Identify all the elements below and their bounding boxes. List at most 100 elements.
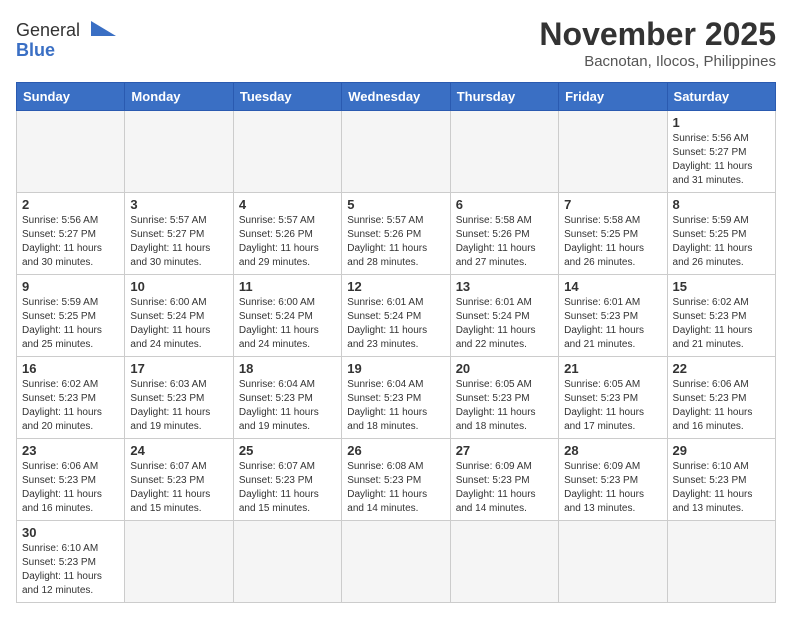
table-row: 4Sunrise: 5:57 AM Sunset: 5:26 PM Daylig…: [233, 193, 341, 275]
table-row: 30 Sunrise: 6:10 AM Sunset: 5:23 PM Dayli…: [17, 521, 125, 603]
table-row: [559, 111, 667, 193]
table-row: [450, 111, 558, 193]
day-info: Sunrise: 6:10 AM Sunset: 5:23 PM Dayligh…: [22, 542, 119, 598]
day-number: 4: [239, 197, 336, 212]
calendar-week-row: 30 Sunrise: 6:10 AM Sunset: 5:23 PM Dayli…: [17, 521, 776, 603]
day-number: 17: [130, 361, 227, 376]
table-row: [233, 111, 341, 193]
day-info: Sunrise: 6:07 AM Sunset: 5:23 PM Dayligh…: [130, 460, 227, 516]
day-info: Sunrise: 6:09 AM Sunset: 5:23 PM Dayligh…: [564, 460, 661, 516]
title-block: November 2025 Bacnotan, Ilocos, Philippi…: [539, 16, 776, 70]
day-number: 11: [239, 279, 336, 294]
day-number: 21: [564, 361, 661, 376]
day-number: 9: [22, 279, 119, 294]
table-row: 10Sunrise: 6:00 AM Sunset: 5:24 PM Dayli…: [125, 275, 233, 357]
table-row: 8Sunrise: 5:59 AM Sunset: 5:25 PM Daylig…: [667, 193, 775, 275]
day-number: 2: [22, 197, 119, 212]
day-number: 27: [456, 443, 553, 458]
day-info: Sunrise: 5:59 AM Sunset: 5:25 PM Dayligh…: [22, 296, 119, 352]
day-info: Sunrise: 5:59 AM Sunset: 5:25 PM Dayligh…: [673, 214, 770, 270]
day-info: Sunrise: 6:02 AM Sunset: 5:23 PM Dayligh…: [22, 378, 119, 434]
header-monday: Monday: [125, 83, 233, 111]
day-number: 3: [130, 197, 227, 212]
day-info: Sunrise: 6:09 AM Sunset: 5:23 PM Dayligh…: [456, 460, 553, 516]
calendar: Sunday Monday Tuesday Wednesday Thursday…: [16, 82, 776, 603]
table-row: 28Sunrise: 6:09 AM Sunset: 5:23 PM Dayli…: [559, 439, 667, 521]
svg-text:Blue: Blue: [16, 40, 55, 60]
day-number: 30: [22, 525, 119, 540]
table-row: 26 Sunrise: 6:08 AM Sunset: 5:23 PM Dayli…: [342, 439, 450, 521]
day-info: Sunrise: 6:10 AM Sunset: 5:23 PM Dayligh…: [673, 460, 770, 516]
table-row: 29Sunrise: 6:10 AM Sunset: 5:23 PM Dayli…: [667, 439, 775, 521]
table-row: 6 Sunrise: 5:58 AM Sunset: 5:26 PM Daylig…: [450, 193, 558, 275]
day-info: Sunrise: 6:08 AM Sunset: 5:23 PM Dayligh…: [347, 460, 444, 516]
table-row: 13 Sunrise: 6:01 AM Sunset: 5:24 PM Dayli…: [450, 275, 558, 357]
svg-text:General: General: [16, 20, 80, 40]
day-info: Sunrise: 6:04 AM Sunset: 5:23 PM Dayligh…: [347, 378, 444, 434]
location: Bacnotan, Ilocos, Philippines: [539, 53, 776, 70]
logo: GeneralBlue: [16, 16, 126, 66]
table-row: 14Sunrise: 6:01 AM Sunset: 5:23 PM Dayli…: [559, 275, 667, 357]
day-info: Sunrise: 6:01 AM Sunset: 5:24 PM Dayligh…: [456, 296, 553, 352]
table-row: [559, 521, 667, 603]
day-info: Sunrise: 5:58 AM Sunset: 5:26 PM Dayligh…: [456, 214, 553, 270]
day-info: Sunrise: 5:57 AM Sunset: 5:27 PM Dayligh…: [130, 214, 227, 270]
calendar-week-row: 1 Sunrise: 5:56 AM Sunset: 5:27 PM Daylig…: [17, 111, 776, 193]
day-info: Sunrise: 6:00 AM Sunset: 5:24 PM Dayligh…: [130, 296, 227, 352]
day-number: 16: [22, 361, 119, 376]
day-number: 5: [347, 197, 444, 212]
header-tuesday: Tuesday: [233, 83, 341, 111]
table-row: 5 Sunrise: 5:57 AM Sunset: 5:26 PM Daylig…: [342, 193, 450, 275]
day-number: 1: [673, 115, 770, 130]
day-info: Sunrise: 6:02 AM Sunset: 5:23 PM Dayligh…: [673, 296, 770, 352]
day-info: Sunrise: 6:01 AM Sunset: 5:23 PM Dayligh…: [564, 296, 661, 352]
table-row: 11 Sunrise: 6:00 AM Sunset: 5:24 PM Dayli…: [233, 275, 341, 357]
day-number: 15: [673, 279, 770, 294]
day-number: 24: [130, 443, 227, 458]
table-row: 16 Sunrise: 6:02 AM Sunset: 5:23 PM Dayli…: [17, 357, 125, 439]
table-row: 17 Sunrise: 6:03 AM Sunset: 5:23 PM Dayli…: [125, 357, 233, 439]
day-info: Sunrise: 5:56 AM Sunset: 5:27 PM Dayligh…: [22, 214, 119, 270]
table-row: 22 Sunrise: 6:06 AM Sunset: 5:23 PM Dayli…: [667, 357, 775, 439]
day-info: Sunrise: 6:06 AM Sunset: 5:23 PM Dayligh…: [673, 378, 770, 434]
table-row: 19 Sunrise: 6:04 AM Sunset: 5:23 PM Dayli…: [342, 357, 450, 439]
header-friday: Friday: [559, 83, 667, 111]
header-sunday: Sunday: [17, 83, 125, 111]
table-row: [450, 521, 558, 603]
table-row: 1 Sunrise: 5:56 AM Sunset: 5:27 PM Daylig…: [667, 111, 775, 193]
calendar-week-row: 2 Sunrise: 5:56 AM Sunset: 5:27 PM Daylig…: [17, 193, 776, 275]
day-info: Sunrise: 5:58 AM Sunset: 5:25 PM Dayligh…: [564, 214, 661, 270]
day-info: Sunrise: 6:04 AM Sunset: 5:23 PM Dayligh…: [239, 378, 336, 434]
table-row: 7Sunrise: 5:58 AM Sunset: 5:25 PM Daylig…: [559, 193, 667, 275]
day-number: 18: [239, 361, 336, 376]
calendar-week-row: 9 Sunrise: 5:59 AM Sunset: 5:25 PM Daylig…: [17, 275, 776, 357]
day-number: 19: [347, 361, 444, 376]
table-row: 20Sunrise: 6:05 AM Sunset: 5:23 PM Dayli…: [450, 357, 558, 439]
header-saturday: Saturday: [667, 83, 775, 111]
table-row: 23Sunrise: 6:06 AM Sunset: 5:23 PM Dayli…: [17, 439, 125, 521]
day-number: 26: [347, 443, 444, 458]
day-info: Sunrise: 5:56 AM Sunset: 5:27 PM Dayligh…: [673, 132, 770, 188]
day-info: Sunrise: 6:07 AM Sunset: 5:23 PM Dayligh…: [239, 460, 336, 516]
day-number: 12: [347, 279, 444, 294]
day-number: 13: [456, 279, 553, 294]
table-row: 12Sunrise: 6:01 AM Sunset: 5:24 PM Dayli…: [342, 275, 450, 357]
table-row: [233, 521, 341, 603]
table-row: 21Sunrise: 6:05 AM Sunset: 5:23 PM Dayli…: [559, 357, 667, 439]
header-wednesday: Wednesday: [342, 83, 450, 111]
day-number: 22: [673, 361, 770, 376]
header-thursday: Thursday: [450, 83, 558, 111]
day-info: Sunrise: 5:57 AM Sunset: 5:26 PM Dayligh…: [347, 214, 444, 270]
day-info: Sunrise: 6:03 AM Sunset: 5:23 PM Dayligh…: [130, 378, 227, 434]
weekday-header-row: Sunday Monday Tuesday Wednesday Thursday…: [17, 83, 776, 111]
table-row: 18 Sunrise: 6:04 AM Sunset: 5:23 PM Dayli…: [233, 357, 341, 439]
table-row: 24 Sunrise: 6:07 AM Sunset: 5:23 PM Dayli…: [125, 439, 233, 521]
table-row: 27 Sunrise: 6:09 AM Sunset: 5:23 PM Dayli…: [450, 439, 558, 521]
table-row: [125, 521, 233, 603]
table-row: 25Sunrise: 6:07 AM Sunset: 5:23 PM Dayli…: [233, 439, 341, 521]
day-number: 6: [456, 197, 553, 212]
calendar-week-row: 16 Sunrise: 6:02 AM Sunset: 5:23 PM Dayli…: [17, 357, 776, 439]
calendar-week-row: 23Sunrise: 6:06 AM Sunset: 5:23 PM Dayli…: [17, 439, 776, 521]
table-row: 15 Sunrise: 6:02 AM Sunset: 5:23 PM Dayli…: [667, 275, 775, 357]
day-info: Sunrise: 6:00 AM Sunset: 5:24 PM Dayligh…: [239, 296, 336, 352]
